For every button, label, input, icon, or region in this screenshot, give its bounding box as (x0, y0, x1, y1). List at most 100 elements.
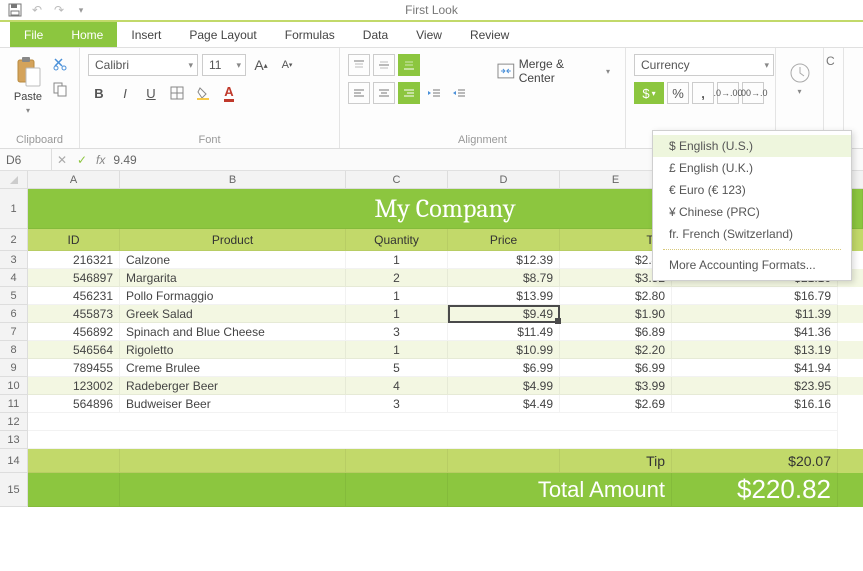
cell[interactable]: $20.07 (672, 449, 838, 473)
cancel-formula-icon[interactable]: ✕ (52, 153, 72, 167)
cell[interactable]: 456231 (28, 287, 120, 305)
row-header[interactable]: 6 (0, 305, 27, 323)
align-middle-button[interactable] (373, 54, 395, 76)
cell[interactable]: $10.99 (448, 341, 560, 359)
row-header[interactable]: 8 (0, 341, 27, 359)
cell[interactable]: $13.99 (448, 287, 560, 305)
dropdown-item[interactable]: € Euro (€ 123) (653, 179, 851, 201)
cut-icon[interactable] (52, 56, 68, 75)
row-header[interactable]: 15 (0, 473, 27, 507)
cell[interactable] (346, 473, 448, 507)
formula-value[interactable]: 9.49 (109, 153, 136, 167)
cell[interactable]: Radeberger Beer (120, 377, 346, 395)
number-format-combo[interactable]: Currency (634, 54, 774, 76)
enter-formula-icon[interactable]: ✓ (72, 153, 92, 167)
col-header[interactable]: C (346, 171, 448, 188)
cell[interactable]: Creme Brulee (120, 359, 346, 377)
cell[interactable]: $6.89 (560, 323, 672, 341)
cell[interactable]: $11.49 (448, 323, 560, 341)
cell[interactable]: ID (28, 229, 120, 251)
cell[interactable]: Tip (560, 449, 672, 473)
cell[interactable]: 123002 (28, 377, 120, 395)
cell[interactable]: $11.39 (672, 305, 838, 323)
cell[interactable]: $4.49 (448, 395, 560, 413)
cell[interactable]: $6.99 (560, 359, 672, 377)
cell[interactable]: Spinach and Blue Cheese (120, 323, 346, 341)
cell[interactable]: 4 (346, 377, 448, 395)
cell[interactable]: Total Amount (448, 473, 672, 507)
cell[interactable]: $2.69 (560, 395, 672, 413)
cell[interactable]: $41.94 (672, 359, 838, 377)
cell[interactable] (28, 473, 120, 507)
tab-view[interactable]: View (402, 22, 456, 47)
dropdown-item[interactable]: £ English (U.K.) (653, 157, 851, 179)
row-header[interactable]: 13 (0, 431, 27, 449)
row-header[interactable]: 11 (0, 395, 27, 413)
cell[interactable] (120, 473, 346, 507)
cell[interactable]: Pollo Formaggio (120, 287, 346, 305)
cell[interactable] (28, 413, 838, 431)
col-header[interactable]: D (448, 171, 560, 188)
cell[interactable]: Quantity (346, 229, 448, 251)
cell[interactable] (448, 449, 560, 473)
cell[interactable] (28, 449, 120, 473)
cell[interactable]: 546897 (28, 269, 120, 287)
percent-button[interactable]: % (667, 82, 689, 104)
row-header[interactable]: 7 (0, 323, 27, 341)
undo-button[interactable]: ↶ (28, 1, 46, 19)
align-bottom-button[interactable] (398, 54, 420, 76)
increase-indent-button[interactable] (448, 82, 470, 104)
cell[interactable]: 1 (346, 305, 448, 323)
fx-icon[interactable]: fx (92, 153, 109, 167)
cell[interactable]: $220.82 (672, 473, 838, 507)
col-header[interactable]: B (120, 171, 346, 188)
decrease-decimal-button[interactable]: .00→.0 (742, 82, 764, 104)
row-header[interactable]: 4 (0, 269, 27, 287)
cell[interactable]: 789455 (28, 359, 120, 377)
cell[interactable]: $1.90 (560, 305, 672, 323)
tab-home[interactable]: Home (57, 22, 117, 47)
cell[interactable]: 3 (346, 395, 448, 413)
cell[interactable] (28, 431, 838, 449)
cell[interactable]: 1 (346, 341, 448, 359)
cell[interactable] (120, 449, 346, 473)
cell[interactable]: 3 (346, 323, 448, 341)
accounting-format-button[interactable]: $ ▾ (634, 82, 664, 104)
tab-formulas[interactable]: Formulas (271, 22, 349, 47)
tab-review[interactable]: Review (456, 22, 523, 47)
tab-file[interactable]: File (10, 22, 57, 47)
cell[interactable]: 564896 (28, 395, 120, 413)
cell[interactable]: 5 (346, 359, 448, 377)
name-box[interactable]: D6 (0, 149, 52, 170)
cell[interactable]: $2.20 (560, 341, 672, 359)
row-header[interactable]: 2 (0, 229, 27, 251)
cell[interactable]: 456892 (28, 323, 120, 341)
merge-center-button[interactable]: Merge & Center ▾ (490, 54, 617, 88)
fill-color-button[interactable] (192, 82, 214, 104)
qat-dropdown[interactable]: ▾ (72, 1, 90, 19)
cell[interactable]: $16.79 (672, 287, 838, 305)
cell[interactable]: $8.79 (448, 269, 560, 287)
row-header[interactable]: 10 (0, 377, 27, 395)
cell[interactable]: $41.36 (672, 323, 838, 341)
cell[interactable]: 1 (346, 287, 448, 305)
align-top-button[interactable] (348, 54, 370, 76)
align-left-button[interactable] (348, 82, 370, 104)
row-header[interactable]: 12 (0, 413, 27, 431)
align-right-button[interactable] (398, 82, 420, 104)
grow-font-button[interactable]: A▴ (250, 54, 272, 76)
cell[interactable]: $9.49 (448, 305, 560, 323)
cell[interactable]: Product (120, 229, 346, 251)
italic-button[interactable]: I (114, 82, 136, 104)
bold-button[interactable]: B (88, 82, 110, 104)
dropdown-more[interactable]: More Accounting Formats... (653, 254, 851, 276)
row-header[interactable]: 1 (0, 189, 27, 229)
cell[interactable]: $16.16 (672, 395, 838, 413)
tab-data[interactable]: Data (349, 22, 402, 47)
cell[interactable]: 216321 (28, 251, 120, 269)
cell[interactable]: 2 (346, 269, 448, 287)
font-color-button[interactable]: A (218, 82, 240, 104)
redo-button[interactable]: ↷ (50, 1, 68, 19)
cell[interactable]: $2.80 (560, 287, 672, 305)
tab-page-layout[interactable]: Page Layout (175, 22, 270, 47)
